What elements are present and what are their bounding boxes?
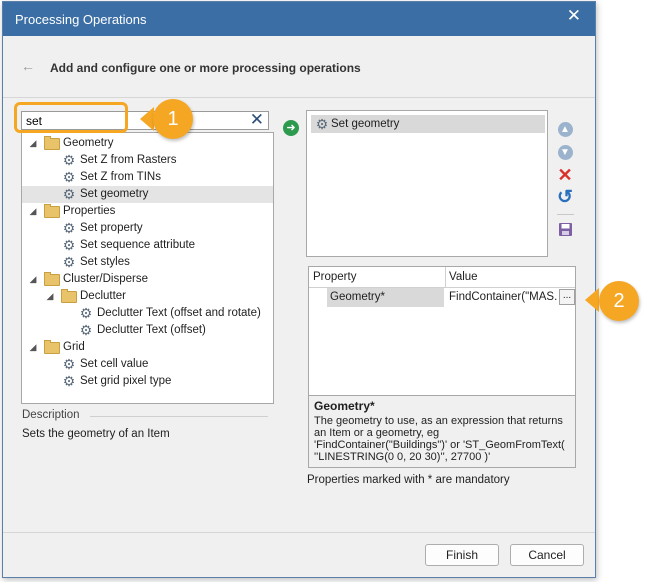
footer-divider: [3, 532, 595, 533]
description-title: Description: [22, 409, 80, 421]
help-text: The geometry to use, as an expression th…: [314, 415, 565, 463]
selected-operation-label: Set geometry: [331, 118, 400, 130]
reset-icon[interactable]: ↺: [556, 188, 574, 207]
gear-icon: ⚙: [62, 169, 76, 185]
tree-operation[interactable]: ⚙ Set property: [22, 220, 273, 237]
callout-2-pointer: [585, 288, 599, 312]
tree-operation[interactable]: ⚙ Set styles: [22, 254, 273, 271]
collapse-icon[interactable]: ◢: [28, 135, 38, 152]
folder-icon: [44, 340, 60, 354]
save-icon-graphic: [558, 223, 572, 236]
collapse-icon[interactable]: ◢: [28, 203, 38, 220]
tree-item-label: Grid: [63, 341, 85, 353]
property-name: Geometry*: [327, 288, 444, 307]
gear-icon: ⚙: [79, 322, 93, 338]
tree-item-label: Declutter Text (offset): [97, 324, 206, 336]
tree-item-label: Declutter: [80, 290, 127, 302]
tree-folder[interactable]: ◢ Geometry: [22, 135, 273, 152]
folder-icon: [44, 204, 60, 218]
delete-icon[interactable]: ✕: [556, 166, 574, 184]
tree-folder[interactable]: ◢ Grid: [22, 339, 273, 356]
tree-operation[interactable]: ⚙ Set cell value: [22, 356, 273, 373]
tree-item-label: Geometry: [63, 137, 114, 149]
tree-operation[interactable]: ⚙ Set geometry: [22, 186, 273, 203]
grid-header: Property Value: [309, 267, 575, 288]
description-divider: [90, 416, 268, 417]
folder-icon: [44, 136, 60, 150]
tree-item-label: Set sequence attribute: [80, 239, 196, 251]
callout-1-pointer: [140, 107, 154, 131]
tree-operation[interactable]: ⚙ Declutter Text (offset): [22, 322, 273, 339]
title-bar: Processing Operations ✕: [3, 2, 595, 36]
tree-operation[interactable]: ⚙ Set Z from Rasters: [22, 152, 273, 169]
folder-icon: [61, 289, 77, 303]
gear-icon: ⚙: [62, 186, 76, 202]
gear-icon: ⚙: [62, 237, 76, 253]
gear-icon: ⚙: [62, 152, 76, 168]
column-separator: [445, 267, 446, 287]
help-title: Geometry*: [314, 399, 375, 413]
selected-operations-list[interactable]: ⚙ Set geometry: [306, 110, 548, 257]
tree-item-label: Set cell value: [80, 358, 149, 370]
tree-folder[interactable]: ◢ Cluster/Disperse: [22, 271, 273, 288]
tree-folder[interactable]: ◢ Declutter: [22, 288, 273, 305]
mandatory-note: Properties marked with * are mandatory: [307, 474, 510, 486]
tree-item-label: Set Z from TINs: [80, 171, 161, 183]
tree-item-label: Properties: [63, 205, 116, 217]
callout-badge-1: 1: [153, 99, 193, 139]
tree-item-label: Set styles: [80, 256, 130, 268]
tree-item-label: Set Z from Rasters: [80, 154, 177, 166]
move-up-icon[interactable]: ▲: [556, 119, 574, 137]
finish-button[interactable]: Finish: [425, 544, 499, 566]
cancel-button[interactable]: Cancel: [510, 544, 584, 566]
gear-icon: ⚙: [79, 305, 93, 321]
tree-item-label: Set grid pixel type: [80, 375, 172, 387]
collapse-icon[interactable]: ◢: [28, 339, 38, 356]
property-column-header: Property: [313, 271, 357, 283]
edit-expression-button[interactable]: ...: [559, 289, 575, 305]
save-icon[interactable]: [556, 222, 574, 240]
header-instruction: Add and configure one or more processing…: [50, 61, 361, 75]
property-help-panel: Geometry* The geometry to use, as an exp…: [308, 396, 576, 468]
gear-icon: ⚙: [62, 356, 76, 372]
description-text: Sets the geometry of an Item: [22, 428, 170, 440]
gear-icon: ⚙: [62, 254, 76, 270]
tree-operation[interactable]: ⚙ Set sequence attribute: [22, 237, 273, 254]
operations-tree[interactable]: ◢ Geometry ⚙ Set Z from Rasters ⚙ Set Z from …: [21, 132, 274, 404]
header-panel: ← Add and configure one or more processi…: [3, 36, 595, 98]
collapse-icon[interactable]: ◢: [28, 271, 38, 288]
selected-operation-item[interactable]: ⚙ Set geometry: [311, 115, 545, 133]
close-icon[interactable]: ✕: [567, 6, 581, 26]
value-column-header: Value: [449, 271, 478, 283]
add-operation-icon[interactable]: ➜: [283, 120, 299, 136]
header-divider: [3, 97, 595, 98]
folder-icon: [44, 272, 60, 286]
property-row[interactable]: Geometry* FindContainer("MAS... ...: [309, 288, 575, 307]
search-highlight-callout: [14, 102, 128, 133]
tree-operation[interactable]: ⚙ Set Z from TINs: [22, 169, 273, 186]
gear-icon: ⚙: [62, 220, 76, 236]
collapse-icon[interactable]: ◢: [45, 288, 55, 305]
tree-folder[interactable]: ◢ Properties: [22, 203, 273, 220]
callout-badge-2: 2: [599, 281, 639, 321]
gear-icon: ⚙: [62, 373, 76, 389]
tree-item-label: Cluster/Disperse: [63, 273, 148, 285]
clear-search-icon[interactable]: ✕: [250, 110, 264, 130]
tree-item-label: Set property: [80, 222, 143, 234]
tree-item-label: Declutter Text (offset and rotate): [97, 307, 261, 319]
gear-icon: ⚙: [315, 116, 329, 132]
back-arrow-icon[interactable]: ←: [21, 58, 35, 74]
tree-item-label: Set geometry: [80, 188, 149, 200]
tree-operation[interactable]: ⚙ Declutter Text (offset and rotate): [22, 305, 273, 322]
window-title: Processing Operations: [15, 12, 147, 27]
property-grid[interactable]: Property Value Geometry* FindContainer("…: [308, 266, 576, 396]
toolbar-divider: [557, 214, 574, 215]
property-value[interactable]: FindContainer("MAS...: [446, 288, 558, 307]
tree-operation[interactable]: ⚙ Set grid pixel type: [22, 373, 273, 390]
move-down-icon[interactable]: ▼: [556, 142, 574, 160]
